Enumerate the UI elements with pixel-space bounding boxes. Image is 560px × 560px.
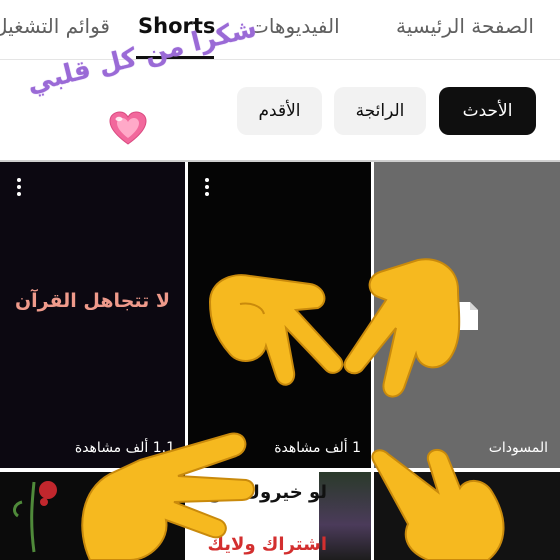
pointing-hand-icon <box>208 274 344 386</box>
chip-oldest[interactable]: الأقدم <box>237 87 322 135</box>
chip-latest[interactable]: الأحدث <box>439 87 536 135</box>
tab-videos[interactable]: الفيديوهات <box>250 8 340 44</box>
chip-popular[interactable]: الرائجة <box>334 87 426 135</box>
tab-home[interactable]: الصفحة الرئيسية <box>396 8 534 44</box>
short-views: 1 ألف مشاهدة <box>274 440 361 456</box>
short-title: لا تتجاهل القرآن <box>14 290 171 312</box>
rose-icon <box>13 481 57 553</box>
tab-playlists[interactable]: قوائم التشغيل <box>0 8 110 44</box>
pointing-hand-icon <box>343 258 461 398</box>
more-options-icon[interactable] <box>204 178 210 198</box>
heart-icon <box>109 111 147 145</box>
pointing-hand-icon <box>371 449 505 560</box>
channel-tabs: الصفحة الرئيسية الفيديوهات Shorts قوائم … <box>0 0 560 60</box>
pointing-hand-icon <box>81 432 255 560</box>
more-options-icon[interactable] <box>16 178 22 198</box>
